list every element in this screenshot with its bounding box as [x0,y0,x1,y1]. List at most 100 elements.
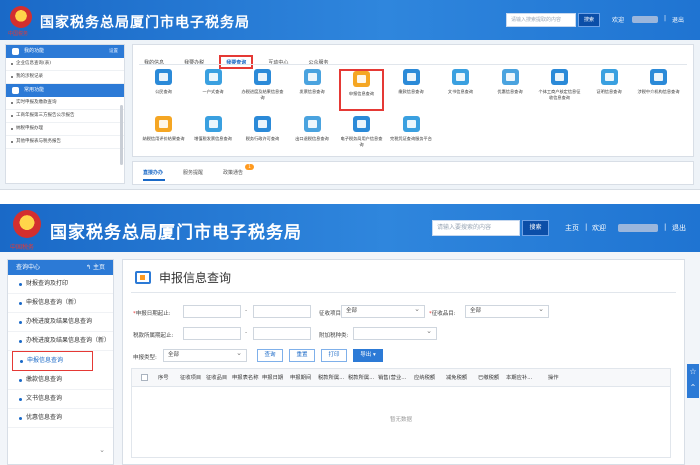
query-tile[interactable]: 电子税务局用户信息查询 [339,116,384,158]
select-all-checkbox[interactable] [141,374,148,381]
query-tile[interactable]: 个体工商户核定信息征收信息查询 [537,69,582,111]
search-button[interactable]: 搜索 [522,220,549,236]
tab-service-reminder[interactable]: 服务提醒 [183,169,203,176]
welcome-text: 欢迎 [592,224,606,232]
table-header-cell: 税款所属... [318,375,345,381]
query-tile[interactable]: 公民查询 [141,69,186,111]
table-header-cell: 征收品目 [206,375,228,381]
tab-direct[interactable]: 直接办办 [143,169,163,176]
tax-emblem-icon [13,210,41,238]
query-tile[interactable]: 纳税信用评价结果查询 [141,116,186,158]
logout-link[interactable]: 退出 [672,15,684,24]
export-button[interactable]: 导出 ▾ [353,349,383,362]
tab-query[interactable]: 我要查询 [219,55,254,69]
tax-type-label: 附加税种类: [319,333,349,339]
sidebar-item-declaration[interactable]: 申报信息查询 [12,351,93,371]
print-button[interactable]: 打印 [321,349,347,362]
sidebar-item[interactable]: 我的涉税记录 [6,71,124,84]
sidebar-item[interactable]: 工商年报第三方报告公示报告 [6,110,124,123]
sidebar-home-link[interactable]: ↰ 主页 [86,260,105,275]
query-tile[interactable]: 完税凭证查询服务平台 [389,116,434,158]
tax-type-select[interactable] [353,326,437,340]
table-header-cell: 申报表名称 [232,375,259,381]
sidebar-section-my-functions[interactable]: 我的功能 设置 [6,45,124,58]
sidebar-item[interactable]: 实时申报及缴款查询 [6,97,124,110]
query-tile[interactable]: 增值税发票信息查询 [191,116,236,158]
tile-icon-glyph [604,73,614,81]
sidebar-item-progress-new[interactable]: 办税进度及结果信息查询（新） [8,332,113,351]
query-tile[interactable]: 优惠信息查询 [488,69,533,111]
search-input[interactable]: 请输入搜索提取的内容 [506,13,576,27]
table-header-cell: 已缴税额 [478,375,500,381]
date-start-input[interactable] [183,305,241,318]
table-header-cell: 征收项目 [180,375,202,381]
item-select[interactable]: 全部 [341,304,425,318]
settings-link[interactable]: 设置 [109,45,118,58]
page-title: 申报信息查询 [135,269,231,286]
sidebar-item[interactable]: 企业信息查询(表) [6,58,124,71]
query-tile[interactable]: 涉税中介机构信息查询 [636,69,681,111]
table-header-cell: 申报日期 [262,375,284,381]
sidebar-item-payment[interactable]: 缴款信息查询 [8,371,113,390]
sidebar-title: 查询中心 [16,264,41,271]
query-tile-label: 完税凭证查询服务平台 [390,136,432,141]
sidebar-item-declaration-new[interactable]: 申报信息查询（新） [8,294,113,313]
star-icon[interactable]: ☆ [687,364,699,380]
query-tile-icon [600,69,618,85]
home-link[interactable]: 主页 [565,223,579,233]
tab-divider [139,64,687,65]
query-tile[interactable]: 证明信息查询 [587,69,632,111]
period-start-input[interactable] [183,327,241,340]
sidebar-item-progress[interactable]: 办税进度及结果信息查询 [8,313,113,332]
declaration-query-panel: 申报信息查询 *申报日期起止: - 征收项目: 全部 *征收品目: 全部 税款所… [122,259,685,465]
query-tile-icon [501,69,519,85]
empty-state: 暂无数据 [389,417,412,423]
sidebar-section-common[interactable]: 常用功能 [6,84,124,97]
search-input[interactable]: 请输入要搜索的内容 [432,220,520,236]
tab-policy-notice[interactable]: 政策通告 [223,169,243,176]
sidebar-item-preferential[interactable]: 优惠信息查询 [8,409,113,428]
query-tile-icon [452,69,469,85]
table-header-cell: 本期应补... [506,375,533,381]
query-tile[interactable]: 一户式查询 [191,69,236,111]
sidebar-item-documents[interactable]: 文书信息查询 [8,390,113,409]
declare-type-select[interactable]: 全部 [163,348,247,362]
subitem-select[interactable]: 全部 [465,304,549,318]
period-end-input[interactable] [253,327,311,340]
query-tile[interactable]: 发票信息查询 [290,69,335,111]
reset-button[interactable]: 重置 [289,349,315,362]
tax-emblem-icon [10,6,32,28]
query-tile-icon [254,116,271,132]
table-header-cell: 序号 [158,375,169,381]
query-tile[interactable]: 申报信息查询 [339,69,384,111]
search-button[interactable]: 搜索 [578,13,600,27]
period-label: 税款所属期起止: [133,333,174,339]
table-header-cell: 应纳税额 [414,375,436,381]
tile-icon-glyph [357,75,366,83]
query-tile[interactable]: 出口退税信息查询 [290,116,335,158]
site-title: 国家税务总局厦门市电子税务局 [40,15,250,31]
back-to-top-icon[interactable]: ⌃ [687,380,699,396]
query-button[interactable]: 查询 [257,349,283,362]
export-label: 导出 [360,352,372,358]
query-tile-icon [204,116,222,132]
query-tile[interactable]: 税务行政许可查询 [240,116,285,158]
date-end-input[interactable] [253,305,311,318]
sidebar-item-report-print[interactable]: 财报查询及打印 [8,275,113,294]
query-tile-label: 文书信息查询 [447,89,474,94]
notice-count-badge: 1 [245,164,254,170]
query-tile-icon [402,69,420,85]
query-tile-icon [353,71,370,87]
chevron-down-icon[interactable]: ⌄ [99,446,105,454]
query-tile[interactable]: 办税进度及结果信息查询 [240,69,285,111]
username-redacted [618,224,658,232]
sidebar-item[interactable]: 纳税申报办理 [6,123,124,136]
sidebar-scrollbar[interactable] [120,105,123,165]
tile-icon-glyph [357,120,366,128]
section-title: 常用功能 [24,87,45,93]
sidebar-item[interactable]: 其他申报表与税务报告 [6,136,124,149]
query-tile[interactable]: 缴款信息查询 [389,69,434,111]
top-header: 中国税务 国家税务总局厦门市电子税务局 请输入搜索提取的内容 搜索 欢迎 | 退… [0,0,700,40]
logout-link[interactable]: 退出 [672,223,686,233]
query-tile[interactable]: 文书信息查询 [438,69,483,111]
